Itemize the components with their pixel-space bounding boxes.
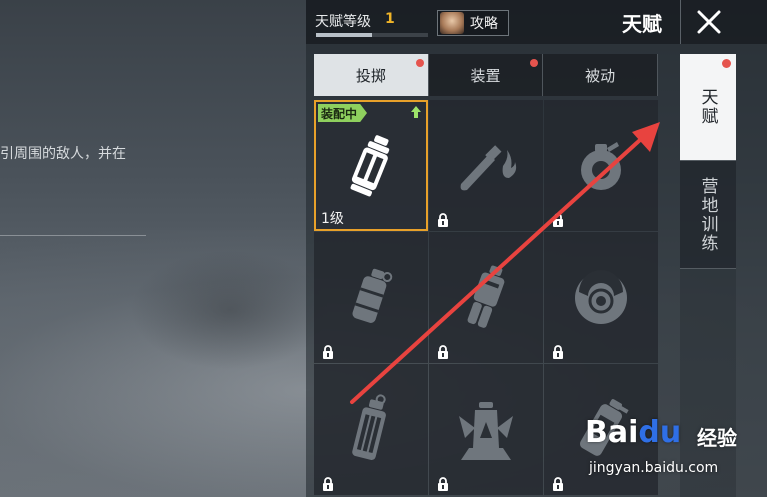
baidu-watermark: Baidu 经验 jingyan.baidu.com: [585, 410, 760, 485]
molotov-icon: [460, 144, 517, 190]
category-tabs: 投掷 装置 被动: [314, 54, 659, 96]
close-button[interactable]: [680, 0, 736, 44]
notification-dot: [722, 59, 731, 68]
canister-grenade-icon: [350, 134, 390, 196]
side-tab-label: 营地训练: [697, 176, 718, 253]
background-tree: [130, 250, 330, 370]
tab-devices[interactable]: 装置: [428, 54, 544, 96]
talent-slot-trap-device[interactable]: [429, 364, 543, 495]
lock-icon: [323, 345, 333, 359]
lock-icon: [553, 477, 563, 491]
stun-grenade-icon: [352, 393, 386, 460]
equipped-badge: 装配中: [318, 104, 368, 122]
lock-icon: [438, 477, 448, 491]
notification-dot: [530, 59, 539, 67]
talent-level-value: 1: [385, 11, 395, 27]
talent-slot-frag-grenade[interactable]: [544, 100, 658, 231]
lock-icon: [438, 345, 448, 359]
tab-label: 投掷: [355, 66, 386, 85]
talent-slot-smoke-grenade[interactable]: [314, 232, 428, 363]
description-divider: [0, 235, 146, 236]
smoke-grenade-icon: [352, 268, 393, 323]
talent-slot-canister-grenade[interactable]: 装配中 1级: [314, 100, 428, 231]
guide-avatar: [440, 12, 464, 34]
tab-label: 装置: [470, 66, 501, 85]
talent-level-progress-bar: [316, 33, 428, 37]
notification-dot: [415, 59, 424, 67]
tab-passive[interactable]: 被动: [543, 54, 659, 96]
talent-level-progress-fill: [316, 33, 372, 37]
lock-icon: [323, 477, 333, 491]
close-x-icon: [697, 10, 720, 34]
guide-button[interactable]: 攻略: [437, 10, 509, 36]
lock-icon: [553, 213, 563, 227]
side-tab-talent[interactable]: 天赋: [680, 54, 736, 160]
side-tab-label: 天赋: [697, 88, 718, 126]
talent-description: 引周围的敌人，并在: [0, 146, 126, 162]
disc-mine-icon: [575, 269, 627, 324]
cluster-grenade-icon: [467, 265, 505, 328]
tab-throwables[interactable]: 投掷: [314, 54, 429, 96]
lock-icon: [553, 345, 563, 359]
watermark-url: jingyan.baidu.com: [589, 460, 719, 476]
side-tab-camp-training[interactable]: 营地训练: [680, 160, 736, 268]
trap-device-icon: [459, 401, 513, 460]
slot-level-label: 1级: [321, 211, 344, 227]
talent-slot-cluster-grenade[interactable]: [429, 232, 543, 363]
talent-slot-disc-mine[interactable]: [544, 232, 658, 363]
tab-label: 被动: [585, 66, 616, 85]
talent-level-label: 天赋等级: [315, 14, 371, 30]
lock-icon: [438, 213, 448, 227]
watermark-logo: Baidu: [585, 415, 682, 450]
guide-label: 攻略: [470, 16, 498, 32]
page-title: 天赋: [622, 12, 662, 36]
talent-slot-stun-grenade[interactable]: [314, 364, 428, 495]
upgrade-arrow-icon: [411, 106, 421, 118]
watermark-jingyan: 经验: [697, 426, 737, 450]
frag-grenade-icon: [581, 141, 621, 190]
talent-slot-molotov[interactable]: [429, 100, 543, 231]
